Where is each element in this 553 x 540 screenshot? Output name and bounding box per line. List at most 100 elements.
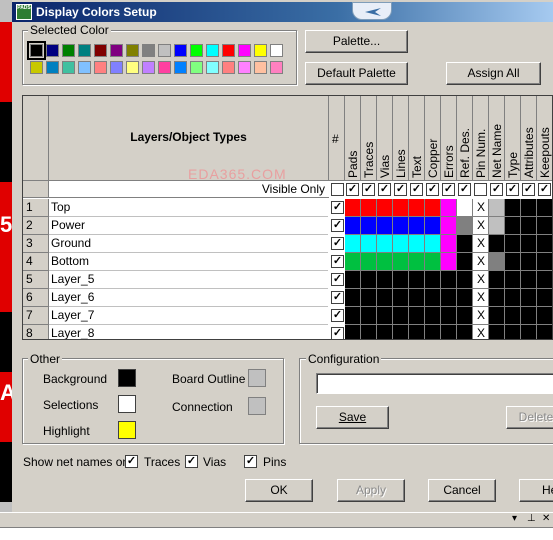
column-visible-checkbox[interactable]: ✓	[522, 183, 535, 196]
color-cell[interactable]	[361, 307, 377, 325]
background-color-swatch[interactable]	[118, 369, 136, 387]
color-cell[interactable]	[489, 253, 505, 271]
dropdown-icon[interactable]: ▾	[512, 513, 517, 524]
color-cell[interactable]	[441, 235, 457, 253]
traces-checkbox[interactable]: ✓	[125, 455, 138, 468]
column-visible-checkbox[interactable]: ✓	[394, 183, 407, 196]
palette-color-swatch[interactable]	[254, 44, 267, 57]
column-visible-checkbox[interactable]: ✓	[490, 183, 503, 196]
color-cell[interactable]	[393, 325, 409, 339]
color-cell[interactable]	[425, 289, 441, 307]
palette-color-swatch[interactable]	[62, 61, 75, 74]
palette-color-swatch[interactable]	[222, 61, 235, 74]
column-header[interactable]: Type	[505, 96, 521, 181]
configuration-combo[interactable]	[316, 373, 553, 394]
pins-checkbox[interactable]: ✓	[244, 455, 257, 468]
color-cell[interactable]	[537, 289, 552, 307]
column-header[interactable]: Text	[409, 96, 425, 181]
color-cell[interactable]	[425, 235, 441, 253]
color-cell[interactable]	[425, 199, 441, 217]
color-cell[interactable]	[361, 253, 377, 271]
column-header[interactable]: Lines	[393, 96, 409, 181]
color-cell[interactable]: X	[473, 271, 489, 289]
color-cell[interactable]: X	[473, 217, 489, 235]
color-cell[interactable]	[505, 325, 521, 339]
color-cell[interactable]	[457, 235, 473, 253]
palette-color-swatch[interactable]	[110, 44, 123, 57]
vias-checkbox[interactable]: ✓	[185, 455, 198, 468]
color-cell[interactable]	[521, 271, 537, 289]
color-cell[interactable]	[489, 199, 505, 217]
palette-color-swatch[interactable]	[142, 44, 155, 57]
color-cell[interactable]	[457, 325, 473, 339]
layer-visible-checkbox[interactable]: ✓	[331, 219, 344, 232]
color-cell[interactable]	[361, 217, 377, 235]
color-cell[interactable]	[361, 325, 377, 339]
color-cell[interactable]: X	[473, 307, 489, 325]
color-cell[interactable]	[409, 307, 425, 325]
palette-button[interactable]: Palette...	[305, 30, 408, 53]
board-outline-color-swatch[interactable]	[248, 369, 266, 387]
column-header[interactable]: Net Name	[489, 96, 505, 181]
color-cell[interactable]	[537, 199, 552, 217]
color-cell[interactable]	[345, 253, 361, 271]
color-cell[interactable]: X	[473, 235, 489, 253]
color-cell[interactable]	[425, 325, 441, 339]
color-cell[interactable]	[393, 271, 409, 289]
palette-color-swatch[interactable]	[222, 44, 235, 57]
close-icon[interactable]: ✕	[542, 513, 550, 524]
layer-name[interactable]: Ground	[49, 235, 328, 253]
color-cell[interactable]	[361, 235, 377, 253]
color-cell[interactable]	[489, 307, 505, 325]
column-visible-checkbox[interactable]: ✓	[458, 183, 471, 196]
layers-color-grid[interactable]: Layers/Object Types # Pads Traces Vias Line…	[22, 95, 553, 340]
color-cell[interactable]	[521, 289, 537, 307]
ok-button[interactable]: OK	[245, 479, 313, 502]
default-palette-button[interactable]: Default Palette	[305, 62, 408, 85]
column-visible-checkbox[interactable]: ✓	[378, 183, 391, 196]
layer-visible-checkbox[interactable]: ✓	[331, 291, 344, 304]
color-cell[interactable]	[425, 271, 441, 289]
layer-visible-checkbox[interactable]: ✓	[331, 255, 344, 268]
color-cell[interactable]	[521, 253, 537, 271]
title-bar[interactable]: PADS Display Colors Setup	[12, 2, 553, 22]
color-cell[interactable]	[441, 271, 457, 289]
color-cell[interactable]	[489, 235, 505, 253]
color-cell[interactable]	[409, 325, 425, 339]
color-cell[interactable]	[537, 235, 552, 253]
color-cell[interactable]	[457, 289, 473, 307]
color-cell[interactable]	[521, 199, 537, 217]
color-cell[interactable]: X	[473, 289, 489, 307]
palette-color-swatch[interactable]	[142, 61, 155, 74]
palette-color-swatch[interactable]	[270, 61, 283, 74]
color-cell[interactable]	[409, 253, 425, 271]
color-cell[interactable]	[377, 253, 393, 271]
color-cell[interactable]	[441, 325, 457, 339]
column-visible-checkbox[interactable]: ✓	[410, 183, 423, 196]
help-button[interactable]: He	[519, 479, 553, 502]
color-cell[interactable]	[441, 199, 457, 217]
palette-color-swatch[interactable]	[27, 41, 46, 60]
color-cell[interactable]	[409, 271, 425, 289]
column-visible-checkbox[interactable]: ✓	[362, 183, 375, 196]
column-visible-checkbox[interactable]: ✓	[346, 183, 359, 196]
palette-color-swatch[interactable]	[78, 44, 91, 57]
color-cell[interactable]	[505, 217, 521, 235]
palette-color-swatch[interactable]	[46, 61, 59, 74]
layer-visible-checkbox[interactable]: ✓	[331, 273, 344, 286]
layer-name[interactable]: Bottom	[49, 253, 328, 271]
column-visible-checkbox[interactable]: ✓	[442, 183, 455, 196]
color-cell[interactable]: X	[473, 199, 489, 217]
layer-visible-checkbox[interactable]: ✓	[331, 309, 344, 322]
color-cell[interactable]	[457, 253, 473, 271]
color-cell[interactable]	[425, 217, 441, 235]
column-header[interactable]: Vias	[377, 96, 393, 181]
color-cell[interactable]	[345, 307, 361, 325]
color-cell[interactable]	[409, 199, 425, 217]
color-cell[interactable]	[377, 307, 393, 325]
color-cell[interactable]	[345, 199, 361, 217]
palette-color-swatch[interactable]	[238, 44, 251, 57]
color-cell[interactable]	[345, 289, 361, 307]
color-cell[interactable]	[377, 217, 393, 235]
color-cell[interactable]	[505, 307, 521, 325]
